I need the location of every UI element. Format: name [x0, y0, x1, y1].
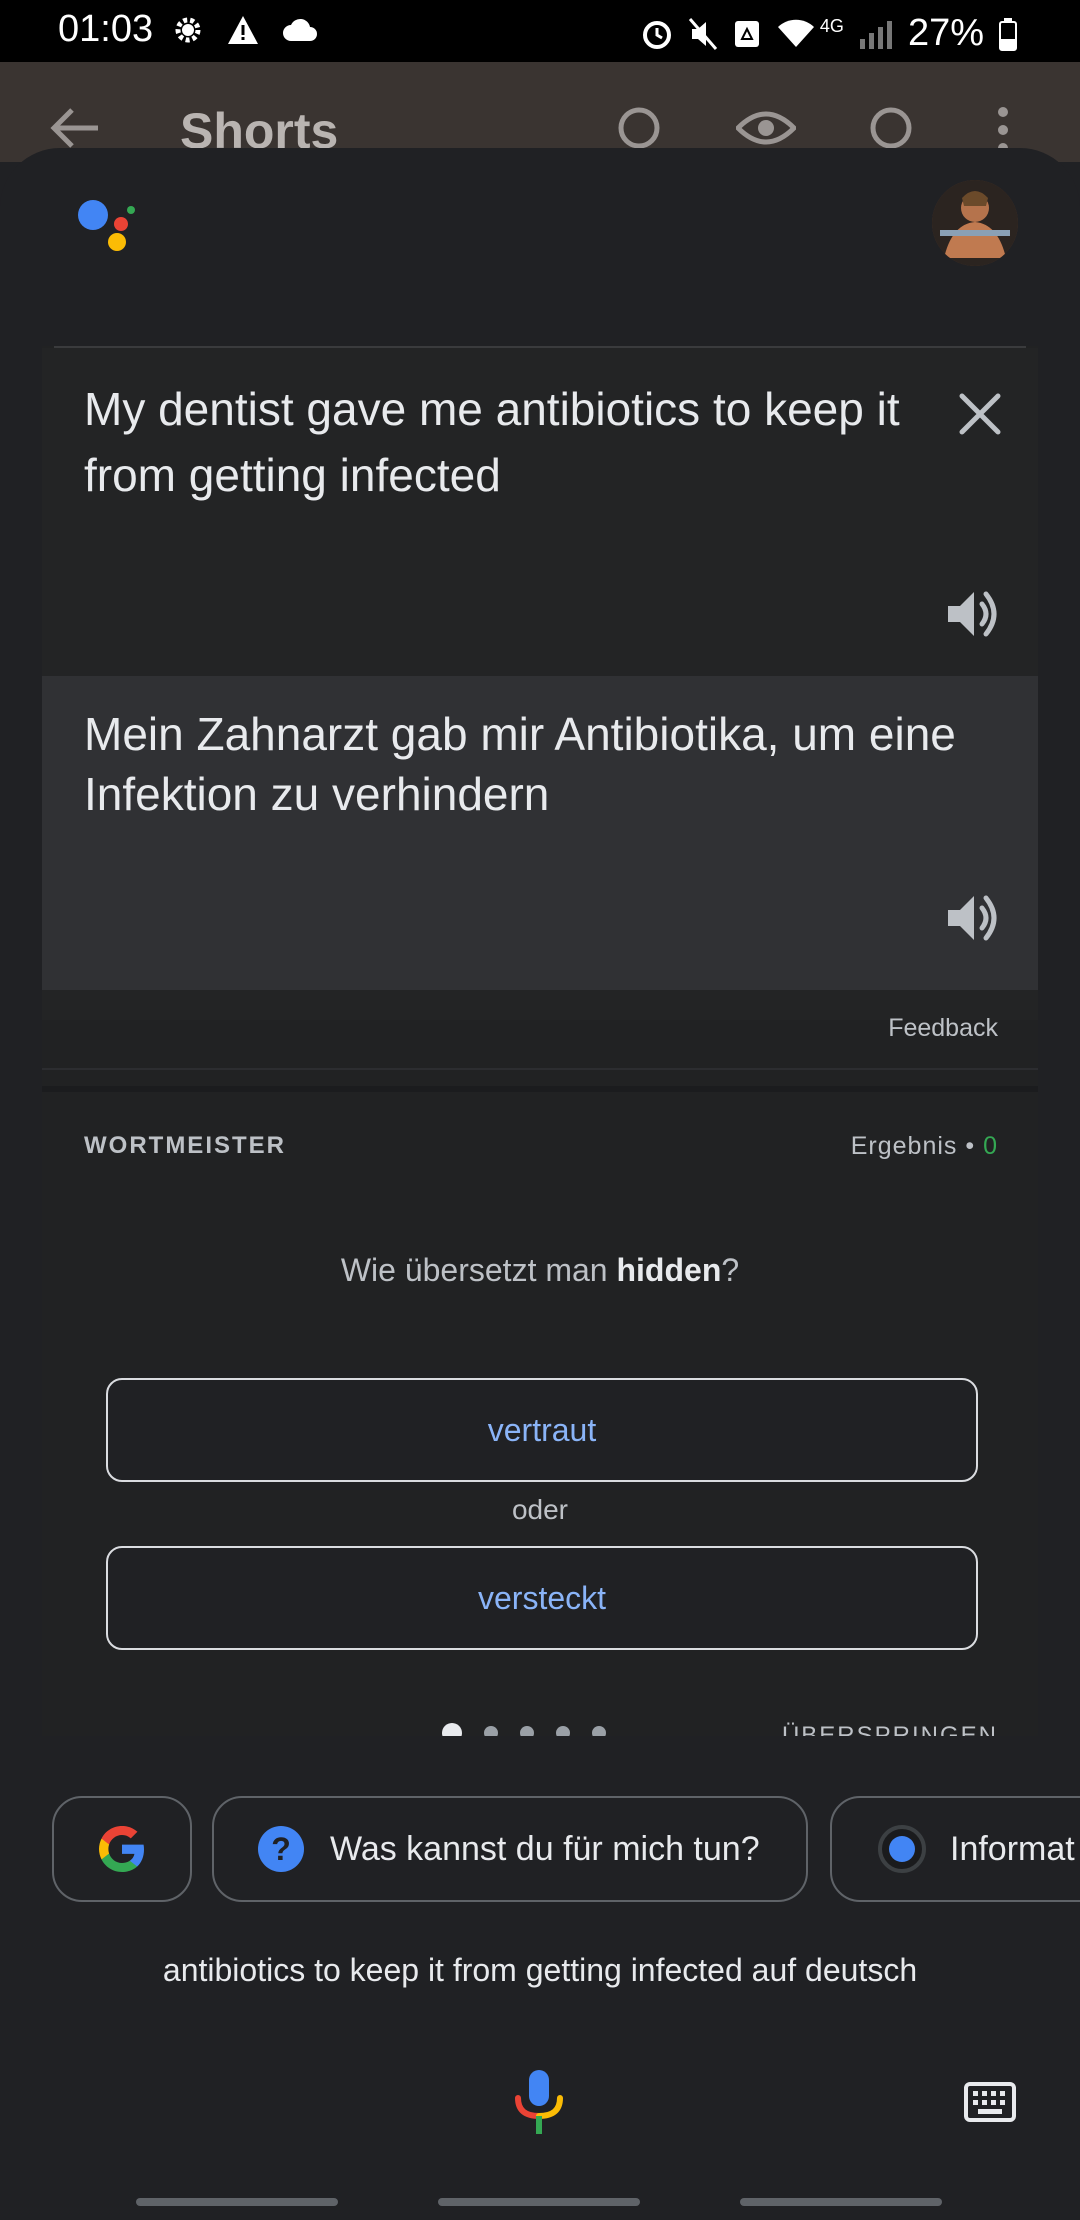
- avatar[interactable]: [932, 180, 1018, 266]
- quiz-question: Wie übersetzt man hidden?: [42, 1252, 1038, 1289]
- google-assistant-logo-icon: [78, 200, 135, 251]
- network-type: 4G: [819, 16, 844, 36]
- info-chip-label: Informat: [950, 1829, 1075, 1868]
- progress-dot: [484, 1726, 498, 1736]
- help-chip-label: Was kannst du für mich tun?: [330, 1829, 760, 1868]
- target-text[interactable]: Mein Zahnarzt gab mir Antibiotika, um ei…: [84, 704, 984, 824]
- avatar-image-icon: [932, 180, 1018, 266]
- feedback-link[interactable]: Feedback: [888, 1014, 998, 1043]
- wortmeister-title: WORTMEISTER: [84, 1132, 286, 1159]
- google-g-icon: [99, 1826, 144, 1872]
- status-bar: 01:03 4G 27%: [0, 0, 1080, 62]
- translate-card: My dentist gave me antibiotics to keep i…: [42, 346, 1038, 1736]
- nav-bar-segment[interactable]: [136, 2198, 338, 2206]
- help-question-icon: ?: [258, 1826, 304, 1872]
- battery-icon: [999, 17, 1017, 51]
- options-separator: oder: [511, 1494, 569, 1525]
- divider: [42, 1086, 1038, 1092]
- microphone-icon[interactable]: [512, 2068, 566, 2138]
- alarm-icon: [642, 20, 671, 49]
- progress-dot-active: [442, 1723, 462, 1736]
- skip-button[interactable]: ÜBERSPRINGEN: [782, 1722, 998, 1736]
- speaker-icon[interactable]: [944, 584, 1004, 644]
- keyboard-icon[interactable]: [964, 2082, 1016, 2122]
- score-label: Ergebnis: [850, 1132, 958, 1160]
- nav-bar-segment[interactable]: [740, 2198, 942, 2206]
- help-suggestion-chip[interactable]: ? Was kannst du für mich tun?: [212, 1796, 808, 1902]
- signal-icon: [859, 20, 892, 49]
- nav-bar-segment[interactable]: [438, 2198, 640, 2206]
- eye-icon: [736, 111, 796, 145]
- question-word: hidden: [616, 1252, 722, 1288]
- info-circle-icon: [878, 1825, 926, 1873]
- info-suggestion-chip[interactable]: Informat: [830, 1796, 1080, 1902]
- back-arrow-icon: [50, 108, 98, 148]
- progress-dot: [520, 1726, 534, 1736]
- status-time: 01:03: [58, 8, 154, 50]
- battery-percent: 27%: [907, 12, 984, 54]
- settings-icon: [175, 17, 201, 43]
- progress-dots: [442, 1723, 606, 1736]
- mute-icon: [688, 17, 718, 50]
- score-separator: •: [965, 1132, 976, 1160]
- wifi-icon: [777, 19, 814, 47]
- divider: [42, 1068, 1038, 1070]
- question-suffix: ?: [721, 1252, 740, 1288]
- background-app-header: Shorts: [0, 62, 1080, 162]
- progress-dot: [556, 1726, 570, 1736]
- recycle-icon: [734, 20, 759, 47]
- google-search-chip[interactable]: [52, 1796, 192, 1902]
- voice-query-text: antibiotics to keep it from getting infe…: [162, 1952, 918, 1988]
- close-icon[interactable]: [950, 384, 1010, 444]
- source-text[interactable]: My dentist gave me antibiotics to keep i…: [84, 376, 904, 508]
- cloud-icon: [283, 18, 317, 41]
- target-text-area: Mein Zahnarzt gab mir Antibiotika, um ei…: [42, 676, 1038, 990]
- remix-icon: [870, 107, 912, 149]
- wortmeister-score: Ergebnis • 0: [851, 1132, 998, 1161]
- speaker-icon[interactable]: [944, 888, 1004, 948]
- question-prefix: Wie übersetzt man: [340, 1252, 617, 1288]
- answer-option-1-button[interactable]: vertraut: [106, 1378, 978, 1482]
- score-value: 0: [983, 1132, 998, 1160]
- camera-icon: [618, 107, 660, 149]
- answer-option-2-button[interactable]: versteckt: [106, 1546, 978, 1650]
- warning-icon: [228, 16, 258, 44]
- progress-dot: [592, 1726, 606, 1736]
